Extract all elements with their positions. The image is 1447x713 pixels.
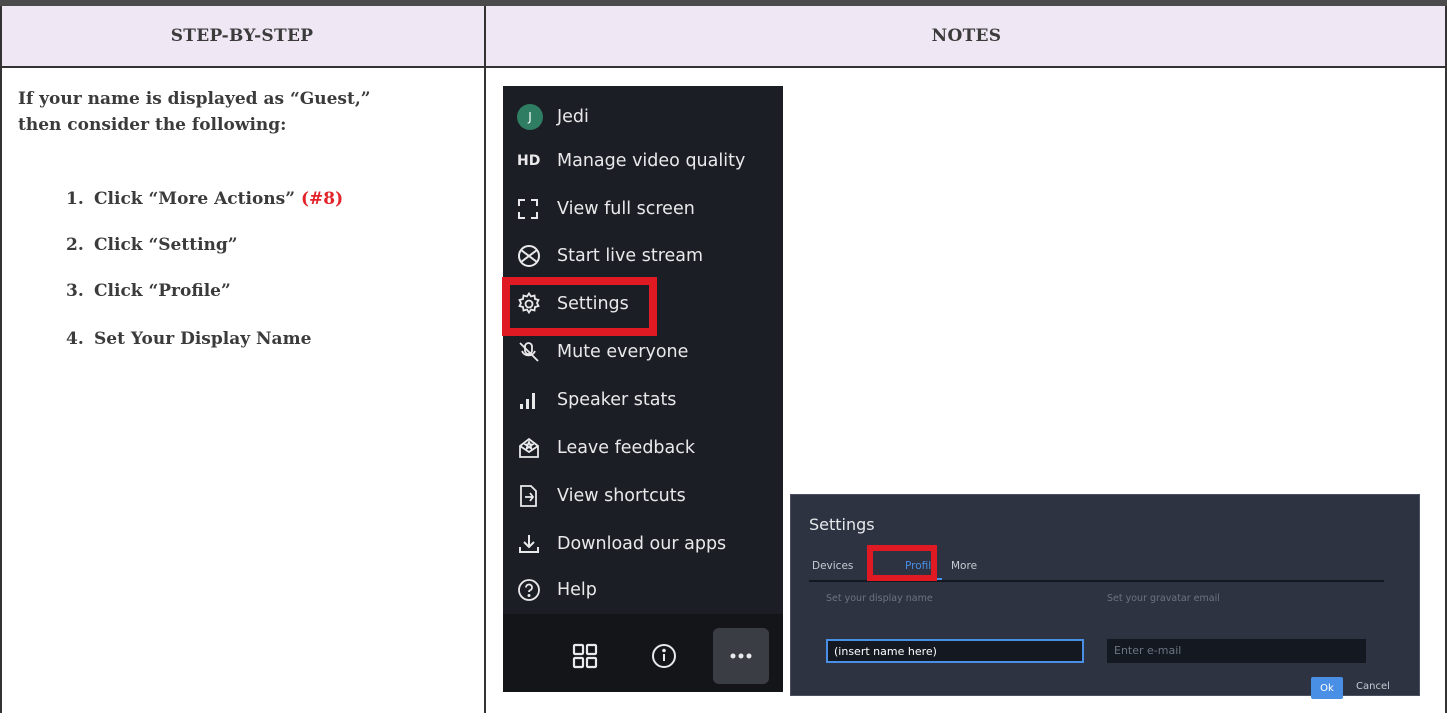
- step-text: Click “Profile”: [94, 281, 231, 301]
- gravatar-email-label: Set your gravatar email: [1107, 593, 1220, 604]
- display-name-input[interactable]: (insert name here): [826, 639, 1084, 663]
- ok-button[interactable]: Ok: [1311, 677, 1343, 699]
- feedback-icon: [517, 434, 557, 462]
- help-icon: [517, 576, 557, 604]
- intro-line-2: then consider the following:: [18, 115, 287, 135]
- cancel-button[interactable]: Cancel: [1356, 681, 1390, 692]
- header-divider: [0, 66, 1447, 68]
- download-icon: [517, 530, 557, 558]
- display-name-label: Set your display name: [826, 593, 933, 604]
- info-icon[interactable]: [636, 628, 692, 684]
- gravatar-email-input[interactable]: Enter e-mail: [1107, 639, 1366, 663]
- more-actions-menu-screenshot: J Jedi HD Manage video quality View full…: [503, 86, 783, 692]
- menu-item-profile[interactable]: J Jedi: [517, 103, 589, 131]
- step-text: Set Your Display Name: [94, 329, 312, 349]
- bar-chart-icon: [517, 386, 557, 414]
- menu-item-label: Leave feedback: [557, 438, 696, 458]
- hd-icon: HD: [517, 153, 541, 169]
- intro-line-1: If your name is displayed as “Guest,”: [18, 89, 371, 109]
- step-4: 4. Set Your Display Name: [66, 326, 311, 352]
- menu-item-mute-everyone[interactable]: Mute everyone: [517, 338, 688, 366]
- step-2: 2. Click “Setting”: [66, 232, 238, 258]
- menu-item-label: Help: [557, 580, 597, 600]
- menu-item-download-apps[interactable]: Download our apps: [517, 530, 726, 558]
- header-notes: NOTES: [486, 6, 1447, 66]
- step-text: Click “Setting”: [94, 235, 238, 255]
- menu-item-label: View full screen: [557, 199, 695, 219]
- menu-item-label: Jedi: [557, 107, 589, 127]
- shortcuts-icon: [517, 482, 557, 510]
- avatar-letter: J: [517, 104, 543, 130]
- grid-view-icon[interactable]: [557, 628, 613, 684]
- menu-item-fullscreen[interactable]: View full screen: [517, 195, 695, 223]
- step-1: 1. Click “More Actions” (#8): [66, 186, 343, 212]
- dialog-title: Settings: [809, 515, 875, 534]
- step-highlight: (#8): [300, 189, 344, 209]
- menu-item-label: Speaker stats: [557, 390, 677, 410]
- menu-item-leave-feedback[interactable]: Leave feedback: [517, 434, 695, 462]
- menu-item-label: Mute everyone: [557, 342, 689, 362]
- settings-dialog-screenshot: Settings Devices Profile More Set your d…: [790, 494, 1420, 699]
- header-step-by-step: STEP-BY-STEP: [0, 6, 484, 66]
- more-actions-icon[interactable]: [713, 628, 769, 684]
- fullscreen-icon: [517, 195, 557, 223]
- menu-item-label: Download our apps: [557, 534, 727, 554]
- avatar-icon: J: [517, 103, 557, 131]
- menu-item-help[interactable]: Help: [517, 576, 597, 604]
- menu-item-video-quality[interactable]: HD Manage video quality: [517, 147, 745, 175]
- step-number: 2.: [66, 235, 84, 255]
- step-3: 3. Click “Profile”: [66, 278, 231, 304]
- menu-item-label: View shortcuts: [557, 486, 686, 506]
- mute-icon: [517, 338, 557, 366]
- tab-devices[interactable]: Devices: [812, 560, 853, 572]
- globe-icon: [517, 242, 557, 270]
- menu-item-speaker-stats[interactable]: Speaker stats: [517, 386, 676, 414]
- steps-text: If your name is displayed as “Guest,” th…: [18, 86, 478, 349]
- menu-item-view-shortcuts[interactable]: View shortcuts: [517, 482, 686, 510]
- table-divider: [484, 6, 486, 713]
- profile-tab-callout-box: [867, 545, 937, 581]
- settings-callout-box: [502, 277, 657, 336]
- step-number: 3.: [66, 281, 84, 301]
- menu-item-live-stream[interactable]: Start live stream: [517, 242, 703, 270]
- step-number: 1.: [66, 189, 84, 209]
- menu-item-label: Manage video quality: [557, 151, 746, 171]
- table-border-left: [0, 6, 2, 713]
- menu-item-label: Start live stream: [557, 246, 704, 266]
- step-number: 4.: [66, 329, 84, 349]
- tab-more[interactable]: More: [951, 560, 977, 572]
- step-text: Click “More Actions”: [94, 189, 301, 209]
